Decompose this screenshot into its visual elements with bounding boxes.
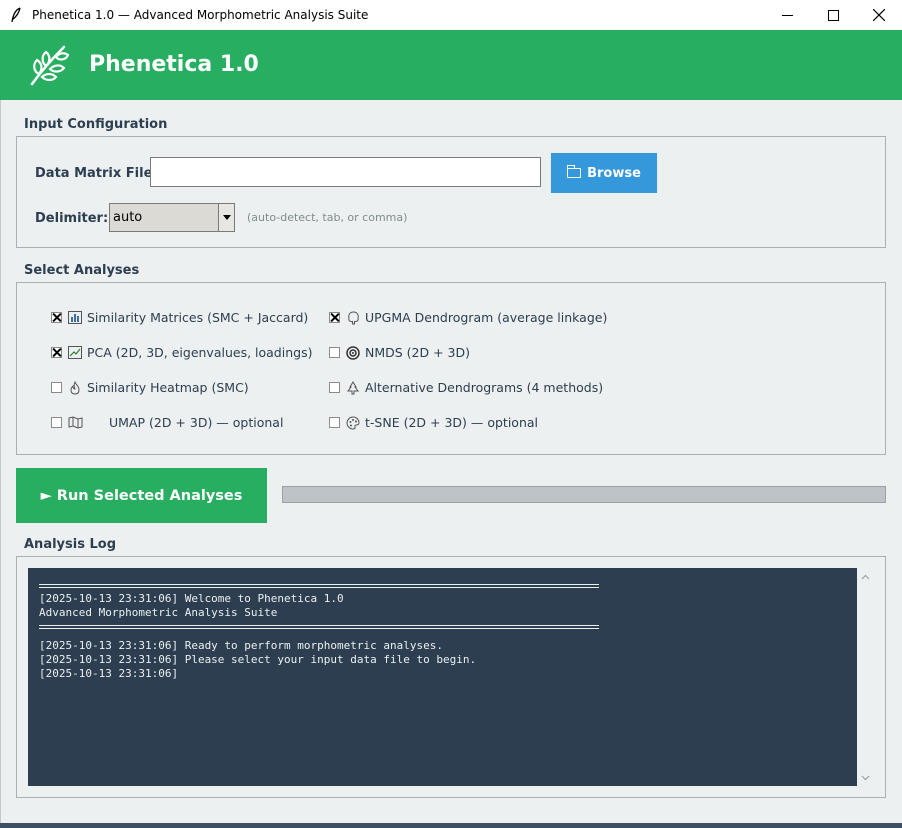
minimize-button[interactable] (764, 0, 810, 30)
analysis-label: Similarity Heatmap (SMC) (87, 380, 249, 395)
maximize-icon (827, 9, 839, 21)
analysis-option-tsne[interactable]: t-SNE (2D + 3D) — optional (329, 415, 538, 430)
log-line: [2025-10-13 23:31:06] (39, 667, 179, 680)
conifer-icon (346, 380, 360, 395)
analysis-label: PCA (2D, 3D, eigenvalues, loadings) (87, 345, 313, 360)
checkbox[interactable] (329, 312, 340, 323)
log-line: Advanced Morphometric Analysis Suite (39, 606, 278, 619)
leaf-branch-icon (30, 45, 70, 86)
log-separator (39, 584, 599, 588)
checkbox[interactable] (329, 382, 340, 393)
delimiter-select[interactable]: auto (109, 203, 235, 232)
window-border (0, 30, 1, 823)
chevron-down-icon[interactable] (218, 204, 234, 231)
tree-icon (346, 310, 360, 325)
scroll-up-icon[interactable] (857, 568, 874, 585)
analysis-option-similarity-heatmap[interactable]: Similarity Heatmap (SMC) (51, 380, 249, 395)
analysis-option-similarity-matrices[interactable]: Similarity Matrices (SMC + Jaccard) (51, 310, 308, 325)
window-title: Phenetica 1.0 — Advanced Morphometric An… (32, 8, 369, 22)
delimiter-label: Delimiter: (35, 211, 109, 226)
analysis-option-alt-dendrograms[interactable]: Alternative Dendrograms (4 methods) (329, 380, 603, 395)
scroll-down-icon[interactable] (857, 769, 874, 786)
target-icon (346, 345, 360, 360)
analysis-label: t-SNE (2D + 3D) — optional (365, 415, 539, 430)
checkbox[interactable] (329, 417, 340, 428)
input-config-title: Input Configuration (24, 117, 168, 132)
analysis-log-text[interactable]: [2025-10-13 23:31:06] Welcome to Pheneti… (28, 568, 857, 786)
run-analyses-button[interactable]: ► Run Selected Analyses (16, 468, 267, 523)
delimiter-hint: (auto-detect, tab, or comma) (247, 211, 408, 224)
log-line: [2025-10-13 23:31:06] Welcome to Pheneti… (39, 592, 344, 605)
close-button[interactable] (856, 0, 902, 30)
feather-icon (10, 7, 24, 23)
log-line: [2025-10-13 23:31:06] Please select your… (39, 653, 477, 666)
analysis-label: UMAP (2D + 3D) — optional (109, 415, 284, 430)
line-chart-icon (68, 345, 82, 360)
window-bottom-border (0, 823, 902, 828)
analysis-option-pca[interactable]: PCA (2D, 3D, eigenvalues, loadings) (51, 345, 312, 360)
fire-icon (68, 380, 82, 395)
progress-bar (282, 486, 886, 503)
app-name: Phenetica 1.0 (89, 52, 259, 77)
analysis-option-upgma[interactable]: UPGMA Dendrogram (average linkage) (329, 310, 607, 325)
analyses-title: Select Analyses (24, 263, 140, 278)
checkbox[interactable] (51, 382, 62, 393)
minimize-icon (781, 14, 793, 16)
close-icon (873, 9, 885, 21)
log-separator (39, 625, 599, 629)
browse-button[interactable]: Browse (551, 153, 657, 193)
checkbox[interactable] (51, 417, 62, 428)
analysis-option-nmds[interactable]: NMDS (2D + 3D) (329, 345, 470, 360)
palette-icon (346, 415, 360, 430)
analysis-option-umap[interactable]: UMAP (2D + 3D) — optional (51, 415, 283, 430)
data-matrix-file-input[interactable] (150, 157, 541, 187)
checkbox[interactable] (329, 347, 340, 358)
app-header: Phenetica 1.0 (0, 30, 902, 100)
analysis-label: Similarity Matrices (SMC + Jaccard) (87, 310, 309, 325)
file-label: Data Matrix File: (35, 166, 158, 181)
checkbox[interactable] (51, 347, 62, 358)
map-icon (68, 415, 104, 430)
analysis-label: Alternative Dendrograms (4 methods) (365, 380, 604, 395)
checkbox[interactable] (51, 312, 62, 323)
browse-label: Browse (587, 165, 641, 181)
bar-chart-icon (68, 310, 82, 325)
analysis-label: NMDS (2D + 3D) (365, 345, 470, 360)
analysis-log-title: Analysis Log (24, 537, 116, 552)
log-scrollbar[interactable] (857, 568, 874, 786)
log-line: [2025-10-13 23:31:06] Ready to perform m… (39, 639, 443, 652)
analysis-label: UPGMA Dendrogram (average linkage) (365, 310, 608, 325)
delimiter-value: auto (113, 210, 143, 225)
folder-icon (567, 165, 582, 178)
maximize-button[interactable] (810, 0, 856, 30)
window-titlebar: Phenetica 1.0 — Advanced Morphometric An… (0, 0, 902, 30)
